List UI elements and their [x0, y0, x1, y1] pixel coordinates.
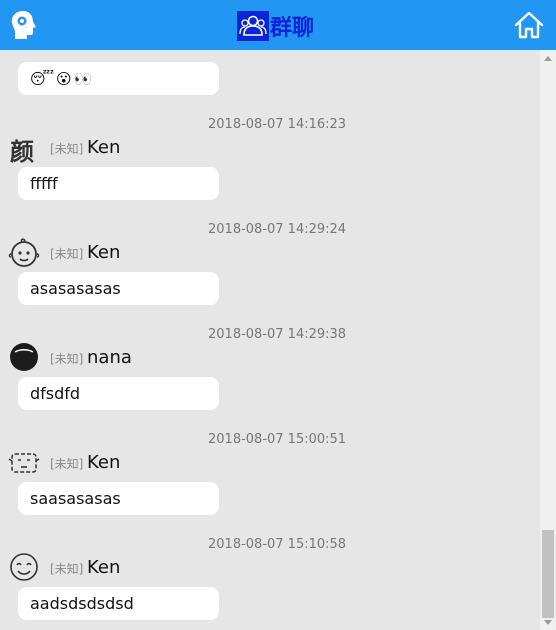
message-bubble: 😴😮👀 — [18, 62, 219, 95]
head-icon[interactable] — [10, 9, 38, 41]
message-text: dfsdfd — [30, 384, 81, 403]
emoji-message-text: 😴😮👀 — [30, 69, 95, 88]
message-timestamp: 2018-08-07 15:00:51 — [208, 432, 347, 447]
sender-name[interactable]: nana — [87, 347, 132, 368]
message-timestamp: 2018-08-07 14:16:23 — [208, 117, 347, 132]
message-text: saasasasas — [30, 489, 121, 508]
message-bubble: saasasasas — [18, 482, 219, 515]
top-bar: 群聊 — [0, 0, 556, 50]
scroll-down-arrow-icon[interactable] — [544, 620, 552, 625]
message-bubble: fffff — [18, 167, 219, 200]
scrollbar-thumb[interactable] — [542, 530, 554, 618]
yan-glyph-avatar[interactable]: 颜 — [8, 134, 40, 166]
message-bubble: dfsdfd — [18, 377, 219, 410]
page-title: 群聊 — [237, 11, 314, 41]
message-timestamp: 2018-08-07 14:29:38 — [208, 327, 347, 342]
vertical-scrollbar[interactable] — [540, 50, 556, 630]
svg-text:颜: 颜 — [10, 138, 34, 166]
title-label: 群聊 — [270, 16, 315, 41]
user-tag: [未知] — [50, 457, 84, 471]
chat-message-list[interactable]: 😴😮👀 2018-08-07 14:16:23 颜 [未知] Ken fffff… — [0, 50, 540, 630]
sender-name[interactable]: Ken — [87, 452, 120, 473]
box-face-avatar[interactable] — [8, 447, 40, 479]
sender-name[interactable]: Ken — [87, 242, 120, 263]
user-tag: [未知] — [50, 562, 84, 576]
group-icon — [237, 11, 269, 41]
user-tag: [未知] — [50, 247, 84, 261]
message-timestamp: 2018-08-07 14:29:24 — [208, 222, 347, 237]
user-tag: [未知] — [50, 142, 84, 156]
message-text: asasasasas — [30, 279, 121, 298]
baby-face-avatar[interactable] — [8, 237, 40, 269]
scroll-up-arrow-icon[interactable] — [544, 56, 552, 61]
message-text: fffff — [30, 174, 58, 193]
sender-name[interactable]: Ken — [87, 137, 120, 158]
message-timestamp: 2018-08-07 15:10:58 — [208, 537, 347, 552]
message-text: aadsdsdsdsd — [30, 594, 134, 613]
user-tag: [未知] — [50, 352, 84, 366]
sender-name[interactable]: Ken — [87, 557, 120, 578]
dark-circle-avatar[interactable] — [8, 341, 40, 373]
message-bubble: asasasasas — [18, 272, 219, 305]
message-bubble: aadsdsdsdsd — [18, 587, 219, 620]
smile-face-avatar[interactable] — [8, 551, 40, 583]
home-icon[interactable] — [514, 10, 544, 40]
